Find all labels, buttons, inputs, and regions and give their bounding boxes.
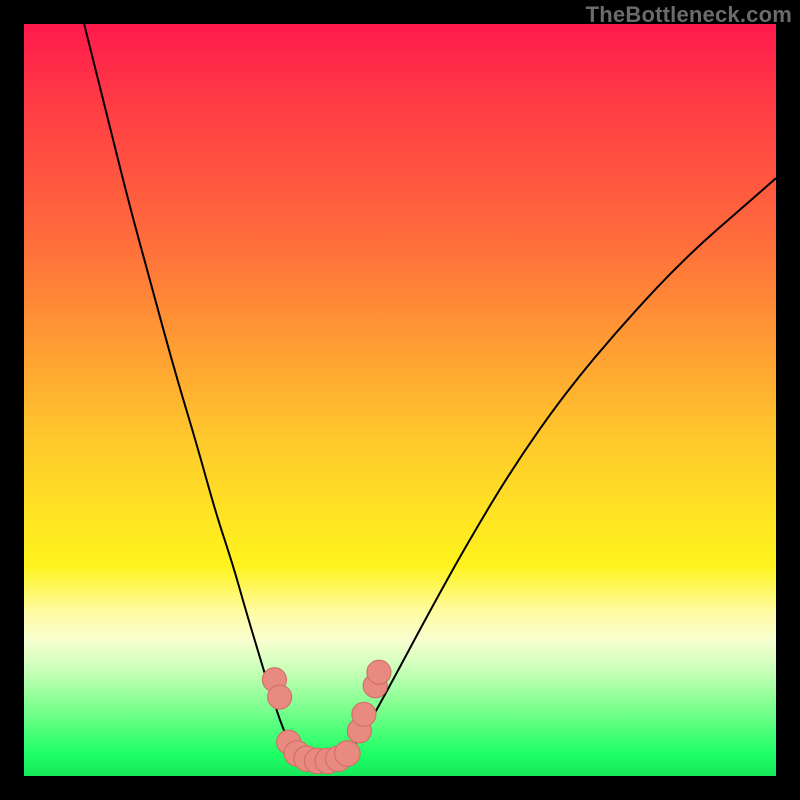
chart-frame: TheBottleneck.com bbox=[0, 0, 800, 800]
marker-dot bbox=[268, 685, 292, 709]
marker-dot bbox=[352, 702, 376, 726]
data-markers bbox=[262, 660, 391, 774]
curve-left-branch bbox=[84, 24, 313, 762]
marker-dot bbox=[335, 741, 361, 767]
curve-layer bbox=[24, 24, 776, 776]
bottleneck-curve bbox=[84, 24, 776, 762]
marker-dot bbox=[367, 660, 391, 684]
plot-area bbox=[24, 24, 776, 776]
curve-right-branch bbox=[332, 178, 776, 762]
